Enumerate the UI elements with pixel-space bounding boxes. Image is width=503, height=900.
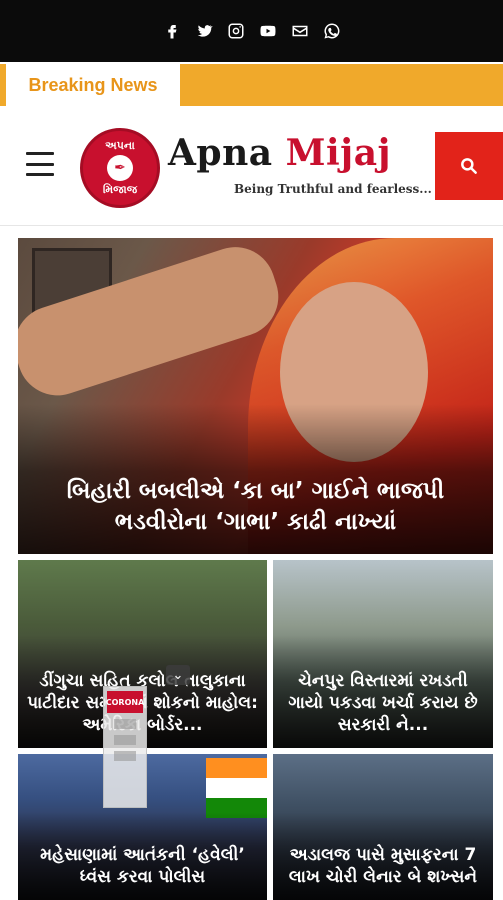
- news-card-title[interactable]: અડાલજ પાસે મુસાફરના 7 લાખ ચોરી લેનાર બે …: [279, 844, 487, 888]
- overlay-badge: CORONA: [106, 691, 144, 713]
- twitter-icon[interactable]: [193, 20, 215, 42]
- overlay-placeholder: [114, 751, 136, 761]
- search-button[interactable]: [435, 132, 503, 200]
- floating-widget[interactable]: CORONA: [103, 686, 147, 808]
- featured-title[interactable]: બિહારી બબલીએ ‘કા બા’ ગાઈને ભાજપી ભડવીરોન…: [28, 476, 483, 538]
- news-card[interactable]: અડાલજ પાસે મુસાફરના 7 લાખ ચોરી લેનાર બે …: [273, 754, 493, 900]
- email-icon[interactable]: [289, 20, 311, 42]
- flag-image: [206, 758, 267, 818]
- site-logo[interactable]: અપના ✒ મિજાજ: [80, 128, 160, 208]
- site-header: અપના ✒ મિજાજ Apna Mijaj Being Truthful a…: [0, 108, 503, 226]
- overlay-placeholder: [114, 719, 136, 729]
- overlay-placeholder: [114, 735, 136, 745]
- news-card-title[interactable]: ચેનપુર વિસ્તારમાં રખડતી ગાયો પકડવા ખર્ચા…: [279, 670, 487, 736]
- site-tagline: Being Truthful and fearless...: [234, 182, 432, 196]
- site-title-part1: Apna: [168, 132, 273, 174]
- youtube-icon[interactable]: [257, 20, 279, 42]
- chevron-down-icon[interactable]: ⌄: [166, 665, 190, 685]
- logo-top-text: અપના: [105, 139, 135, 152]
- social-bar: [0, 0, 503, 62]
- featured-story[interactable]: બિહારી બબલીએ ‘કા બા’ ગાઈને ભાજપી ભડવીરોન…: [18, 238, 493, 554]
- pen-icon: ✒: [107, 155, 133, 181]
- breaking-news-label: Breaking News: [6, 64, 180, 106]
- site-title-part2: Mijaj: [285, 132, 392, 174]
- news-card[interactable]: ચેનપુર વિસ્તારમાં રખડતી ગાયો પકડવા ખર્ચા…: [273, 560, 493, 748]
- logo-bottom-text: મિજાજ: [102, 183, 138, 196]
- search-icon: [461, 158, 477, 174]
- facebook-icon[interactable]: [161, 20, 183, 42]
- breaking-news-bar: Breaking News: [0, 64, 503, 106]
- whatsapp-icon[interactable]: [321, 20, 343, 42]
- news-card-title[interactable]: મહેસાણામાં આતંકની ‘હવેલી’ ધ્વંસ કરવા પોલ…: [24, 844, 261, 888]
- menu-icon[interactable]: [26, 152, 54, 176]
- site-title[interactable]: Apna Mijaj: [168, 132, 391, 174]
- instagram-icon[interactable]: [225, 20, 247, 42]
